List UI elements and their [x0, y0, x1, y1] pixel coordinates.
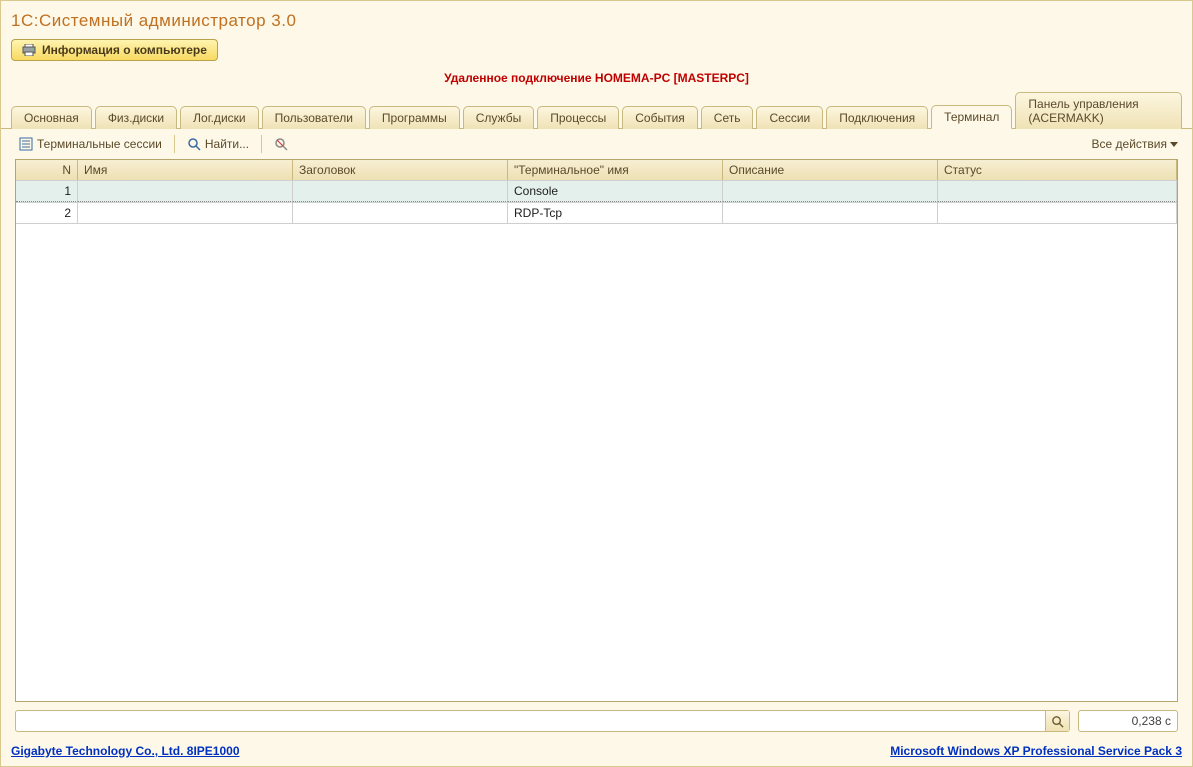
app-title: 1С:Системный администратор 3.0 — [1, 1, 1192, 35]
toolbar-separator — [174, 135, 175, 153]
cell — [938, 203, 1177, 223]
bottom-bar: 0,238 с — [1, 702, 1192, 740]
inner-toolbar: Терминальные сессии Найти... — [1, 129, 1192, 159]
col-header-desc[interactable]: Описание — [723, 160, 938, 180]
remote-connection-line: Удаленное подключение HOMEMA-PC [MASTERP… — [1, 69, 1192, 91]
toolbar-separator — [261, 135, 262, 153]
all-actions-label: Все действия — [1092, 137, 1167, 151]
cell — [723, 181, 938, 202]
footer: Gigabyte Technology Co., Ltd. 8IPE1000 M… — [1, 740, 1192, 766]
search-input[interactable] — [16, 711, 1045, 731]
tab-3[interactable]: Пользователи — [262, 106, 366, 129]
top-toolbar: Информация о компьютере — [1, 35, 1192, 69]
cell: RDP-Tcp — [508, 203, 723, 223]
terminal-sessions-button[interactable]: Терминальные сессии — [15, 135, 166, 153]
col-header-status[interactable]: Статус — [938, 160, 1177, 180]
chevron-down-icon — [1170, 142, 1178, 147]
find-button[interactable]: Найти... — [183, 135, 253, 153]
grid-body[interactable]: 1 Console 2 RDP-Tcp — [16, 181, 1177, 701]
table-row[interactable]: 1 Console — [16, 181, 1177, 203]
printer-icon — [22, 44, 36, 56]
grid-header: N Имя Заголовок "Терминальное" имя Описа… — [16, 160, 1177, 181]
search-icon — [187, 137, 201, 151]
cell — [78, 203, 293, 223]
search-box — [15, 710, 1070, 732]
tab-bar: ОсновнаяФиз.дискиЛог.дискиПользователиПр… — [1, 91, 1192, 129]
computer-info-label: Информация о компьютере — [42, 43, 207, 57]
motherboard-link[interactable]: Gigabyte Technology Co., Ltd. 8IPE1000 — [11, 744, 240, 758]
tab-9[interactable]: Сессии — [756, 106, 823, 129]
list-icon — [19, 137, 33, 151]
tab-0[interactable]: Основная — [11, 106, 92, 129]
cell: Console — [508, 181, 723, 202]
table-row[interactable]: 2 RDP-Tcp — [16, 203, 1177, 224]
cell — [938, 181, 1177, 202]
cell: 1 — [16, 181, 78, 202]
cell: 2 — [16, 203, 78, 223]
tab-7[interactable]: События — [622, 106, 698, 129]
timer-display: 0,238 с — [1078, 710, 1178, 732]
tab-1[interactable]: Физ.диски — [95, 106, 177, 129]
data-grid: N Имя Заголовок "Терминальное" имя Описа… — [15, 159, 1178, 702]
tab-5[interactable]: Службы — [463, 106, 534, 129]
all-actions-menu[interactable]: Все действия — [1092, 137, 1178, 151]
cell — [293, 203, 508, 223]
find-label: Найти... — [205, 137, 249, 151]
search-submit-button[interactable] — [1045, 711, 1069, 731]
cell — [723, 203, 938, 223]
computer-info-button[interactable]: Информация о компьютере — [11, 39, 218, 61]
col-header-n[interactable]: N — [16, 160, 78, 180]
col-header-header[interactable]: Заголовок — [293, 160, 508, 180]
tab-10[interactable]: Подключения — [826, 106, 928, 129]
search-clear-icon — [274, 137, 288, 151]
clear-search-button[interactable] — [270, 135, 292, 153]
tab-8[interactable]: Сеть — [701, 106, 754, 129]
terminal-sessions-label: Терминальные сессии — [37, 137, 162, 151]
app-window: 1С:Системный администратор 3.0 Информаци… — [0, 0, 1193, 767]
tab-6[interactable]: Процессы — [537, 106, 619, 129]
tab-12[interactable]: Панель управления (ACERMAKK) — [1015, 92, 1182, 129]
cell — [293, 181, 508, 202]
cell — [78, 181, 293, 202]
tab-11[interactable]: Терминал — [931, 105, 1012, 129]
col-header-name[interactable]: Имя — [78, 160, 293, 180]
tab-2[interactable]: Лог.диски — [180, 106, 258, 129]
col-header-terminal[interactable]: "Терминальное" имя — [508, 160, 723, 180]
tab-4[interactable]: Программы — [369, 106, 460, 129]
search-icon — [1051, 715, 1064, 728]
os-link[interactable]: Microsoft Windows XP Professional Servic… — [890, 744, 1182, 758]
